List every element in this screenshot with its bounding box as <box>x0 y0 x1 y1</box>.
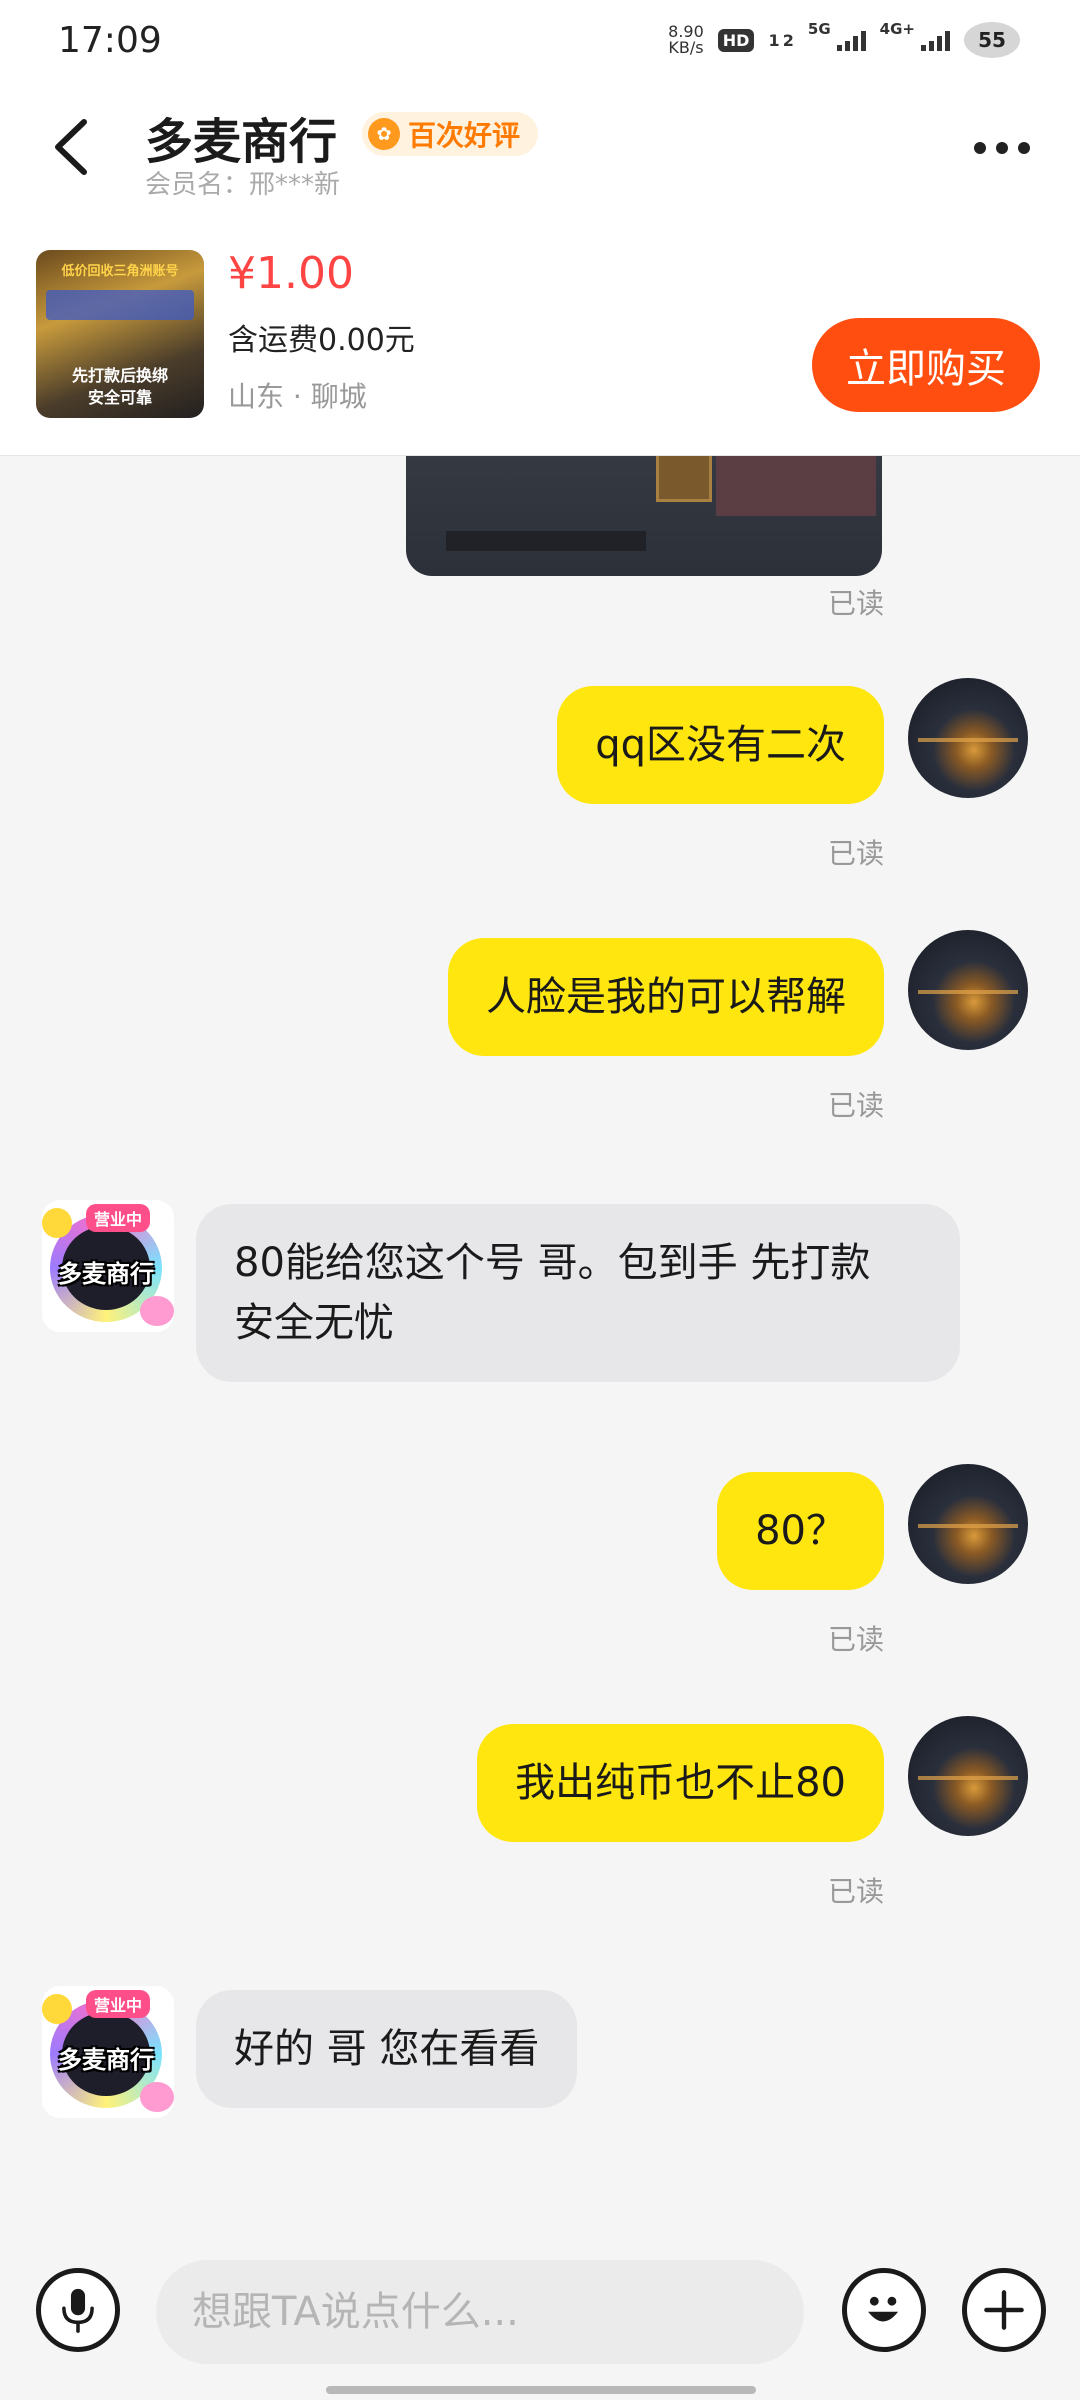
message-list[interactable]: 已读 qq区没有二次 已读 人脸是我的可以帮解 已读 营业中 多麦商行 80能给… <box>0 456 1080 2230</box>
status-time: 17:09 <box>58 20 162 61</box>
hd-icon: HD <box>717 28 755 52</box>
shop-name[interactable]: 多麦商行 <box>145 102 337 172</box>
my-avatar[interactable] <box>908 1464 1028 1584</box>
product-location: 山东 · 聊城 <box>228 380 367 413</box>
read-receipt: 已读 <box>827 1623 884 1656</box>
shop-message-bubble[interactable]: 好的 哥 您在看看 <box>196 1990 578 2108</box>
my-message-bubble[interactable]: 80？ <box>717 1472 884 1590</box>
my-message-bubble[interactable]: 人脸是我的可以帮解 <box>448 938 884 1056</box>
shop-avatar-tag: 营业中 <box>86 1990 151 2018</box>
image-message[interactable] <box>406 456 882 576</box>
shop-avatar[interactable]: 营业中 多麦商行 <box>42 1200 174 1332</box>
sim-indicator: 1 2 <box>768 30 794 50</box>
read-receipt: 已读 <box>827 1089 884 1122</box>
product-price: ¥1.00 <box>228 248 354 299</box>
message-input[interactable] <box>156 2260 804 2364</box>
signal-5g-icon <box>836 29 866 51</box>
back-button[interactable] <box>44 114 104 180</box>
my-message-bubble[interactable]: 我出纯币也不止80 <box>477 1724 884 1842</box>
signal-4g-label: 4G+ <box>879 20 915 38</box>
my-avatar[interactable] <box>908 1716 1028 1836</box>
status-bar: 17:09 8.90 KB/s HD 1 2 5G 4G+ 55 <box>0 0 1080 80</box>
voice-button[interactable] <box>36 2268 120 2352</box>
buy-now-button[interactable]: 立即购买 <box>812 318 1040 412</box>
more-dots-icon <box>974 142 986 154</box>
read-receipt: 已读 <box>827 1875 884 1908</box>
rating-badge-label: 百次好评 <box>408 119 521 152</box>
shop-avatar-tag: 营业中 <box>86 1204 151 1232</box>
shop-avatar-label: 多麦商行 <box>58 1260 154 1288</box>
more-button[interactable] <box>974 142 1030 154</box>
product-card[interactable]: 低价回收三角洲账号 先打款后换绑 安全可靠 ¥1.00 含运费0.00元 山东 … <box>0 210 1080 456</box>
product-image[interactable]: 低价回收三角洲账号 先打款后换绑 安全可靠 <box>36 250 204 418</box>
my-avatar[interactable] <box>908 930 1028 1050</box>
back-arrow-icon <box>55 119 87 175</box>
read-receipt: 已读 <box>827 837 884 870</box>
status-icons: 8.90 KB/s HD 1 2 5G 4G+ 55 <box>668 20 1020 60</box>
home-indicator[interactable] <box>326 2386 756 2394</box>
emoji-button[interactable] <box>842 2268 926 2352</box>
more-actions-button[interactable] <box>962 2268 1046 2352</box>
member-name: 会员名：邢***新 <box>145 170 341 200</box>
signal-5g-label: 5G <box>807 20 831 38</box>
net-speed: 8.90 KB/s <box>668 22 704 57</box>
signal-4g-icon <box>921 29 950 51</box>
shop-message-bubble[interactable]: 80能给您这个号 哥。包到手 先打款 安全无忧 <box>196 1204 960 1382</box>
my-message-bubble[interactable]: qq区没有二次 <box>557 686 884 804</box>
shop-avatar[interactable]: 营业中 多麦商行 <box>42 1986 174 2118</box>
rating-badge: ✿ 百次好评 <box>362 112 539 156</box>
product-shipping: 含运费0.00元 <box>228 323 415 358</box>
chat-header: 多麦商行 ✿ 百次好评 会员名：邢***新 <box>0 80 1080 210</box>
input-bar <box>0 2230 1080 2400</box>
battery-icon: 55 <box>964 22 1020 58</box>
shop-avatar-label: 多麦商行 <box>58 2046 154 2074</box>
medal-icon: ✿ <box>368 118 400 150</box>
emoji-icon <box>868 2296 899 2322</box>
plus-icon <box>984 2290 1024 2330</box>
microphone-icon <box>62 2288 94 2333</box>
my-avatar[interactable] <box>908 678 1028 798</box>
read-receipt: 已读 <box>827 587 884 620</box>
